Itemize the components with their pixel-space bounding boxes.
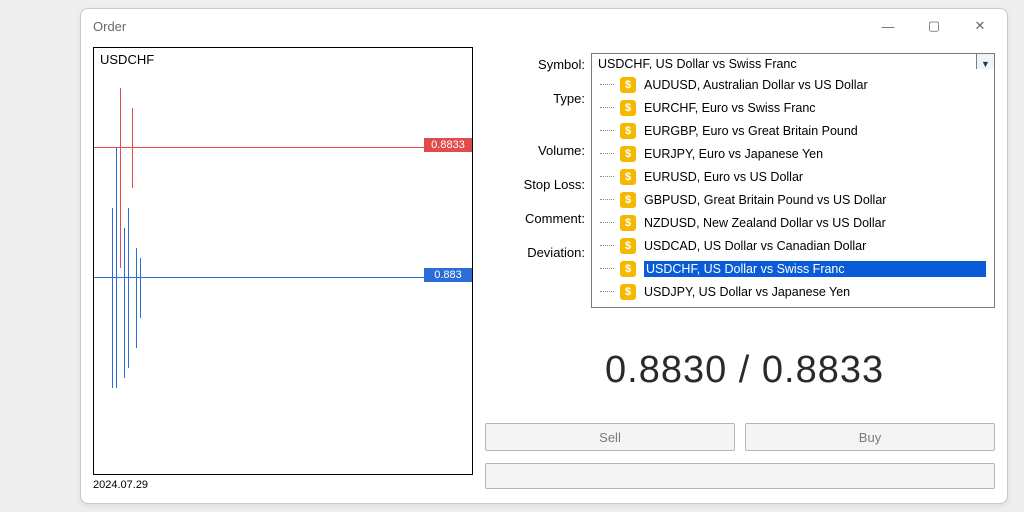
chart-symbol-label: USDCHF — [100, 52, 154, 67]
ask-line — [94, 147, 424, 148]
maximize-button[interactable]: ▢ — [911, 11, 957, 41]
symbol-option-label: GBPUSD, Great Britain Pound vs US Dollar — [644, 193, 986, 207]
titlebar: Order — ▢ ✕ — [81, 9, 1007, 43]
currency-icon: $ — [620, 215, 636, 231]
bid-price-tag: 0.883 — [424, 268, 472, 282]
buy-button[interactable]: Buy — [745, 423, 995, 451]
symbol-option[interactable]: $ EURUSD, Euro vs US Dollar — [592, 165, 994, 188]
window-title: Order — [93, 19, 126, 34]
currency-icon: $ — [620, 238, 636, 254]
label-stop-loss: Stop Loss: — [485, 177, 585, 192]
price-chart: USDCHF 0.8833 0.883 — [93, 47, 473, 475]
label-volume: Volume: — [485, 143, 585, 158]
close-button[interactable]: ✕ — [957, 11, 1003, 41]
label-deviation: Deviation: — [485, 245, 585, 260]
symbol-option[interactable]: $ AUDUSD, Australian Dollar vs US Dollar — [592, 73, 994, 96]
symbol-option-label: USDJPY, US Dollar vs Japanese Yen — [644, 285, 986, 299]
chart-x-tick: 2024.07.29 — [93, 475, 473, 491]
currency-icon: $ — [620, 261, 636, 277]
symbol-option-label: EURGBP, Euro vs Great Britain Pound — [644, 124, 986, 138]
currency-icon: $ — [620, 284, 636, 300]
symbol-option-label: EURCHF, Euro vs Swiss Franc — [644, 101, 986, 115]
symbol-option[interactable]: $ EURGBP, Euro vs Great Britain Pound — [592, 119, 994, 142]
bid-ask-quote: 0.8830 / 0.8833 — [605, 349, 884, 392]
symbol-option[interactable]: $ NZDUSD, New Zealand Dollar vs US Dollar — [592, 211, 994, 234]
currency-icon: $ — [620, 100, 636, 116]
currency-icon: $ — [620, 192, 636, 208]
symbol-option[interactable]: $ EURJPY, Euro vs Japanese Yen — [592, 142, 994, 165]
symbol-option[interactable]: $ EURCHF, Euro vs Swiss Franc — [592, 96, 994, 119]
symbol-option-label: USDCAD, US Dollar vs Canadian Dollar — [644, 239, 986, 253]
order-form: Symbol: USDCHF, US Dollar vs Swiss Franc… — [485, 47, 995, 491]
currency-icon: $ — [620, 77, 636, 93]
label-type: Type: — [485, 91, 585, 106]
symbol-option[interactable]: $ USDCHF, US Dollar vs Swiss Franc — [592, 257, 994, 280]
symbol-option-label: EURUSD, Euro vs US Dollar — [644, 170, 986, 184]
chart-panel: USDCHF 0.8833 0.883 2024.07.29 — [93, 47, 473, 491]
symbol-option-label: EURJPY, Euro vs Japanese Yen — [644, 147, 986, 161]
symbol-option-label: USDCHF, US Dollar vs Swiss Franc — [644, 261, 986, 277]
symbol-option-label: AUDUSD, Australian Dollar vs US Dollar — [644, 78, 986, 92]
sell-button[interactable]: Sell — [485, 423, 735, 451]
label-symbol: Symbol: — [485, 57, 585, 72]
symbol-option[interactable]: $ USDJPY, US Dollar vs Japanese Yen — [592, 280, 994, 303]
symbol-dropdown: $AUDUSD, Australian Dollar vs US Dollar$… — [591, 69, 995, 308]
currency-icon: $ — [620, 169, 636, 185]
order-window: Order — ▢ ✕ USDCHF 0.8833 0.883 — [80, 8, 1008, 504]
status-bar — [485, 463, 995, 489]
label-comment: Comment: — [485, 211, 585, 226]
symbol-option-label: NZDUSD, New Zealand Dollar vs US Dollar — [644, 216, 986, 230]
currency-icon: $ — [620, 146, 636, 162]
currency-icon: $ — [620, 123, 636, 139]
minimize-button[interactable]: — — [865, 11, 911, 41]
symbol-option[interactable]: $ USDCAD, US Dollar vs Canadian Dollar — [592, 234, 994, 257]
bid-line — [94, 277, 424, 278]
symbol-option[interactable]: $ GBPUSD, Great Britain Pound vs US Dolla… — [592, 188, 994, 211]
ask-price-tag: 0.8833 — [424, 138, 472, 152]
